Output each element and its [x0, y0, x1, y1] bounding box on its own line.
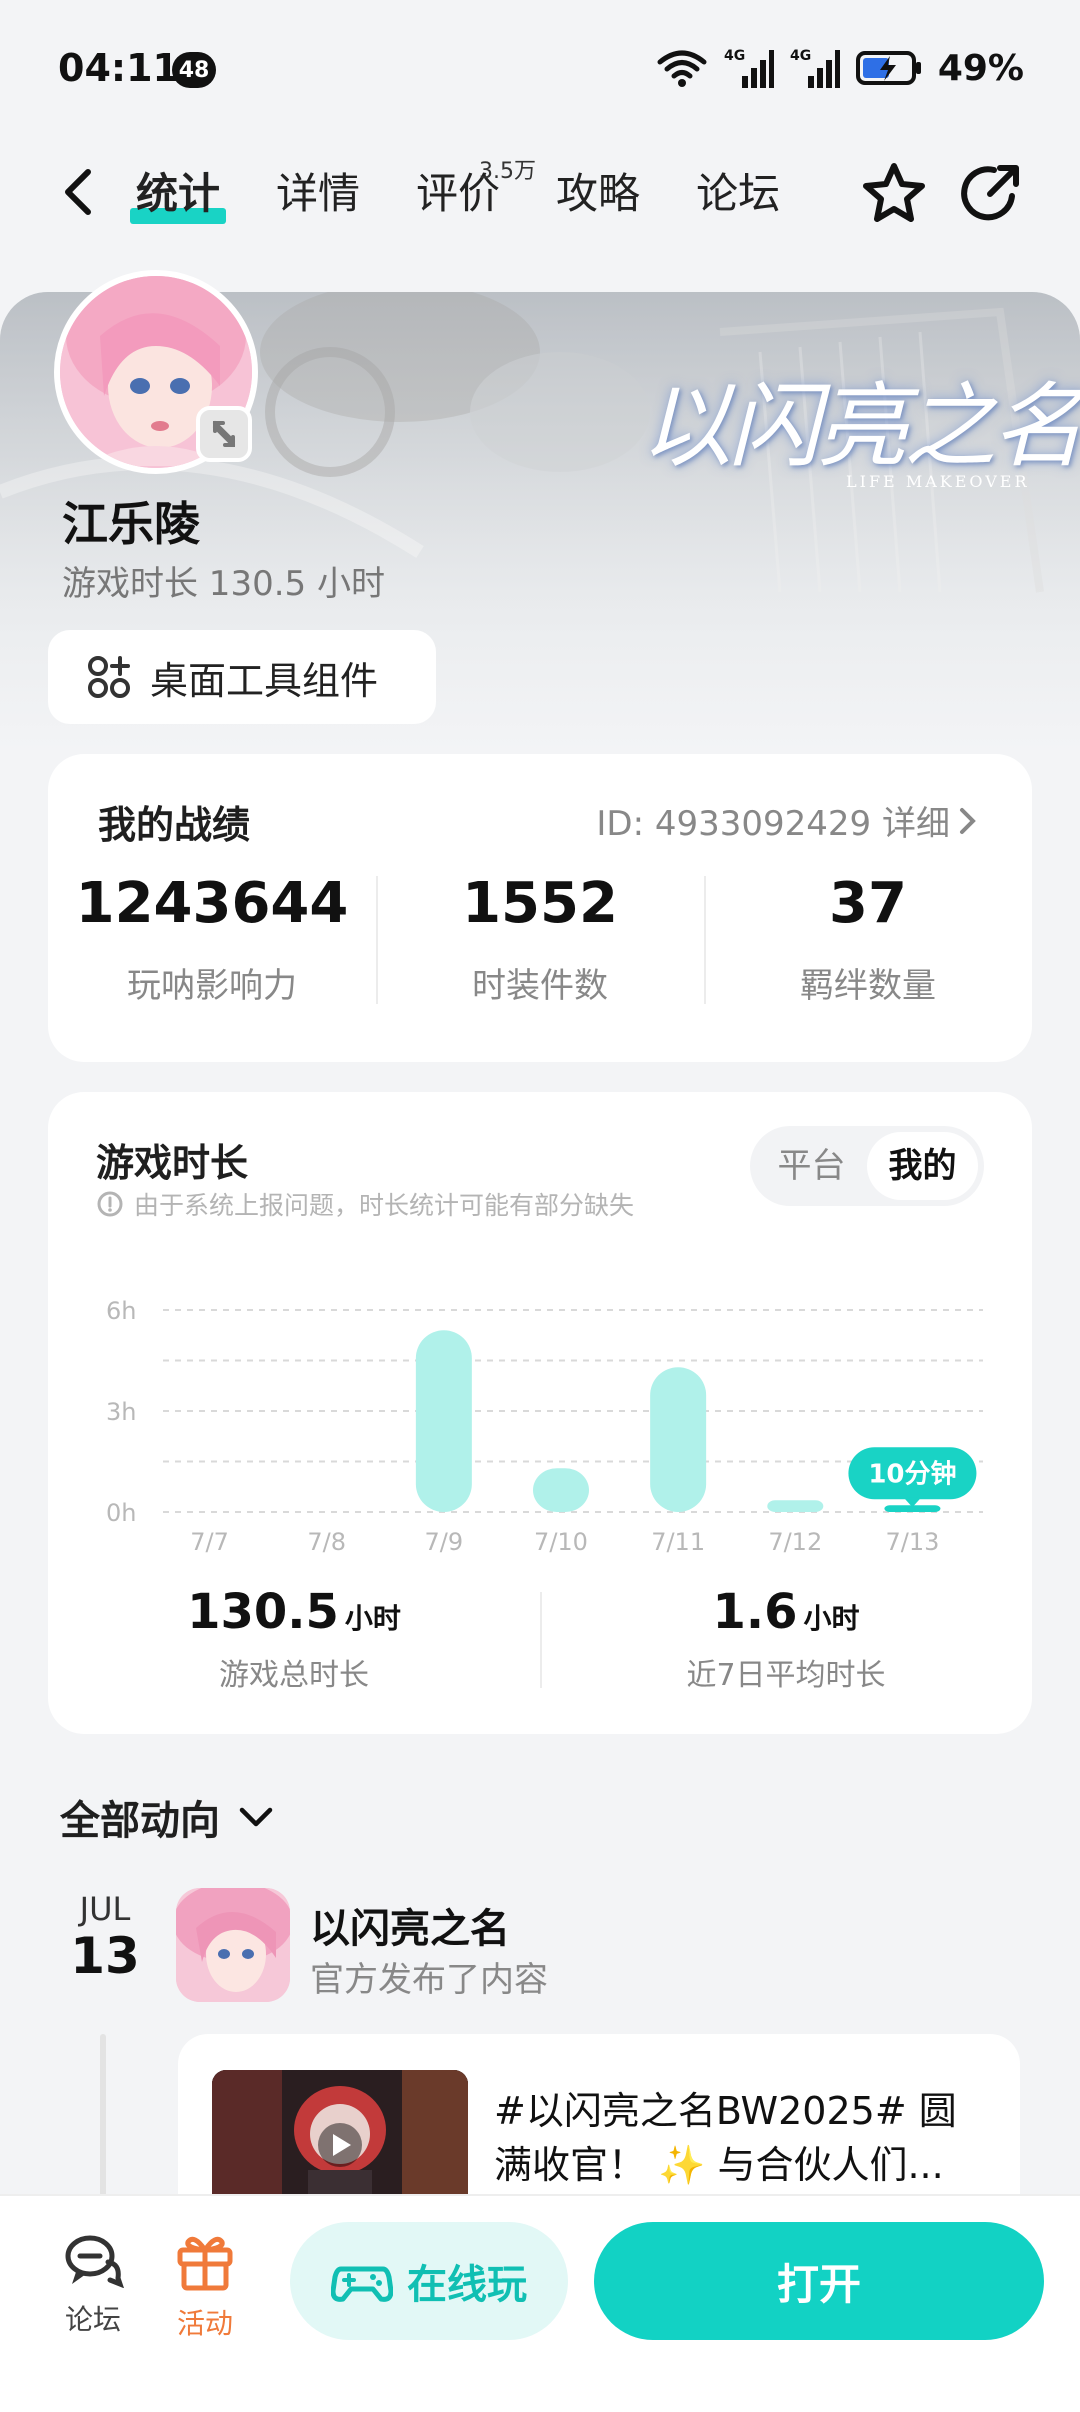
cloud-play-button[interactable]: 在线玩 — [290, 2222, 568, 2340]
cloud-play-label: 在线玩 — [407, 2262, 527, 2308]
user-name: 江乐陵 — [62, 497, 200, 551]
record-title: 我的战绩 — [98, 803, 251, 847]
chart-bar[interactable] — [533, 1468, 589, 1512]
chart-y-tick: 3h — [106, 1398, 136, 1426]
chart-x-tick: 7/12 — [768, 1528, 822, 1556]
game-icon-image — [176, 1888, 290, 2002]
status-time: 04:11 — [58, 46, 179, 90]
chart-x-tick: 7/9 — [425, 1528, 464, 1556]
gamepad-icon — [331, 2266, 393, 2302]
feed-subtitle: 官方发布了内容 — [310, 1960, 548, 2000]
svg-text:4G: 4G — [790, 48, 811, 64]
chart-x-tick: 7/8 — [307, 1528, 346, 1556]
chart-y-tick: 0h — [106, 1499, 136, 1527]
chart-y-tick: 6h — [106, 1297, 136, 1325]
stat-outfits: 1552 时装件数 — [376, 864, 704, 1007]
toggle-mine[interactable]: 我的 — [867, 1132, 978, 1200]
chart-bar[interactable] — [767, 1500, 824, 1512]
back-icon[interactable] — [52, 164, 108, 220]
feed-filter-label: 全部动向 — [60, 1798, 220, 1844]
chart-x-tick: 7/10 — [534, 1528, 588, 1556]
tab-stats[interactable]: 统计 — [129, 166, 227, 224]
feed-month: JUL — [79, 1890, 131, 1928]
bottom-event-button[interactable]: 活动 — [150, 2232, 260, 2342]
bottom-action-bar: 论坛 活动 在线玩 打开 — [0, 2194, 1080, 2412]
signal-4g-icon: 4G — [724, 48, 774, 88]
open-game-button[interactable]: 打开 — [594, 2222, 1044, 2340]
chart-x-tick: 7/11 — [651, 1528, 705, 1556]
toggle-platform[interactable]: 平台 — [756, 1132, 867, 1200]
wifi-icon — [657, 50, 707, 87]
tab-details[interactable]: 详情 — [276, 166, 360, 222]
chart-x-tick: 7/7 — [190, 1528, 229, 1556]
forum-icon — [65, 2235, 125, 2289]
playtime-summary: 130.5 小时 游戏总时长 1.6 小时 近7日平均时长 — [48, 1584, 1032, 1694]
desktop-widget-button[interactable]: 桌面工具组件 — [48, 630, 436, 724]
tab-bar: 统计 详情 评价 3.5万 攻略 论坛 — [129, 159, 836, 224]
playtime-title: 游戏时长 — [96, 1141, 249, 1185]
status-icons: 4G 4G 49% — [656, 46, 1024, 90]
switch-account-button[interactable] — [196, 406, 252, 462]
bottom-forum-button[interactable]: 论坛 — [38, 2232, 148, 2338]
feed-date: JUL 13 — [70, 1890, 140, 1984]
tab-reviews[interactable]: 评价 3.5万 — [416, 159, 536, 222]
battery-percent: 49% — [937, 47, 1024, 89]
playtime-card: 游戏时长 由于系统上报问题，时长统计可能有部分缺失 平台 我的 0h 3h 6h 7/… — [48, 1092, 1032, 1734]
record-id: ID: 4933092429 详细 — [596, 804, 950, 844]
chevron-right-icon — [960, 807, 976, 834]
signal-4g-icon-2: 4G — [790, 48, 840, 88]
record-detail-link[interactable]: ID: 4933092429 详细 — [596, 796, 978, 845]
chevron-down-icon — [239, 1807, 273, 1827]
bottom-forum-label: 论坛 — [64, 2303, 121, 2336]
chart-bar[interactable] — [650, 1367, 707, 1512]
record-stats: 1243644 玩呐影响力 1552 时装件数 37 羁绊数量 — [48, 864, 1032, 1007]
total-playtime: 130.5 小时 游戏总时长 — [187, 1584, 401, 1693]
svg-text:4G: 4G — [724, 48, 745, 64]
feed-game-name: 以闪亮之名 — [310, 1906, 510, 1952]
game-icon[interactable] — [176, 1888, 290, 2002]
chart-bar[interactable] — [415, 1330, 472, 1512]
review-count: 3.5万 — [479, 159, 537, 184]
bottom-event-label: 活动 — [176, 2307, 233, 2340]
tab-forum[interactable]: 论坛 — [696, 166, 780, 222]
info-icon — [97, 1191, 123, 1217]
switch-icon — [213, 421, 235, 447]
open-game-label: 打开 — [776, 2259, 861, 2309]
top-nav: 统计 详情 评价 3.5万 攻略 论坛 — [0, 140, 1080, 250]
gift-icon — [177, 2236, 233, 2291]
battery-icon — [855, 51, 921, 85]
game-logo-subtitle: LIFE MAKEOVER — [846, 472, 1030, 491]
playtime-toggle: 平台 我的 — [750, 1126, 984, 1206]
game-logo: 以闪亮之名 — [640, 373, 1080, 480]
notification-badge: 48 — [172, 52, 216, 88]
feed-day: 13 — [70, 1927, 140, 1985]
playtime-note: 由于系统上报问题，时长统计可能有部分缺失 — [96, 1186, 634, 1222]
share-icon[interactable] — [956, 158, 1026, 228]
widget-icon — [88, 656, 130, 698]
chart-x-tick: 7/13 — [885, 1528, 939, 1556]
status-bar: 04:11 48 4G 4G 49% — [0, 0, 1080, 140]
star-icon[interactable] — [858, 158, 930, 230]
stat-influence: 1243644 玩呐影响力 — [75, 871, 349, 1006]
user-play-time: 游戏时长 130.5 小时 — [62, 564, 385, 604]
stat-bonds: 37 羁绊数量 — [704, 864, 1032, 1007]
post-text: #以闪亮之名BW2025# 圆满收官！ ✨ 与合伙人们... — [494, 2089, 957, 2187]
avg-playtime: 1.6 小时 近7日平均时长 — [540, 1584, 1032, 1694]
widget-button-label: 桌面工具组件 — [150, 658, 379, 703]
feed-filter[interactable]: 全部动向 — [60, 1788, 274, 1846]
record-card: 我的战绩 ID: 4933092429 详细 1243644 玩呐影响力 155… — [48, 754, 1032, 1062]
chart-tooltip-label: 10分钟 — [868, 1458, 956, 1489]
tab-guides[interactable]: 攻略 — [556, 166, 640, 222]
